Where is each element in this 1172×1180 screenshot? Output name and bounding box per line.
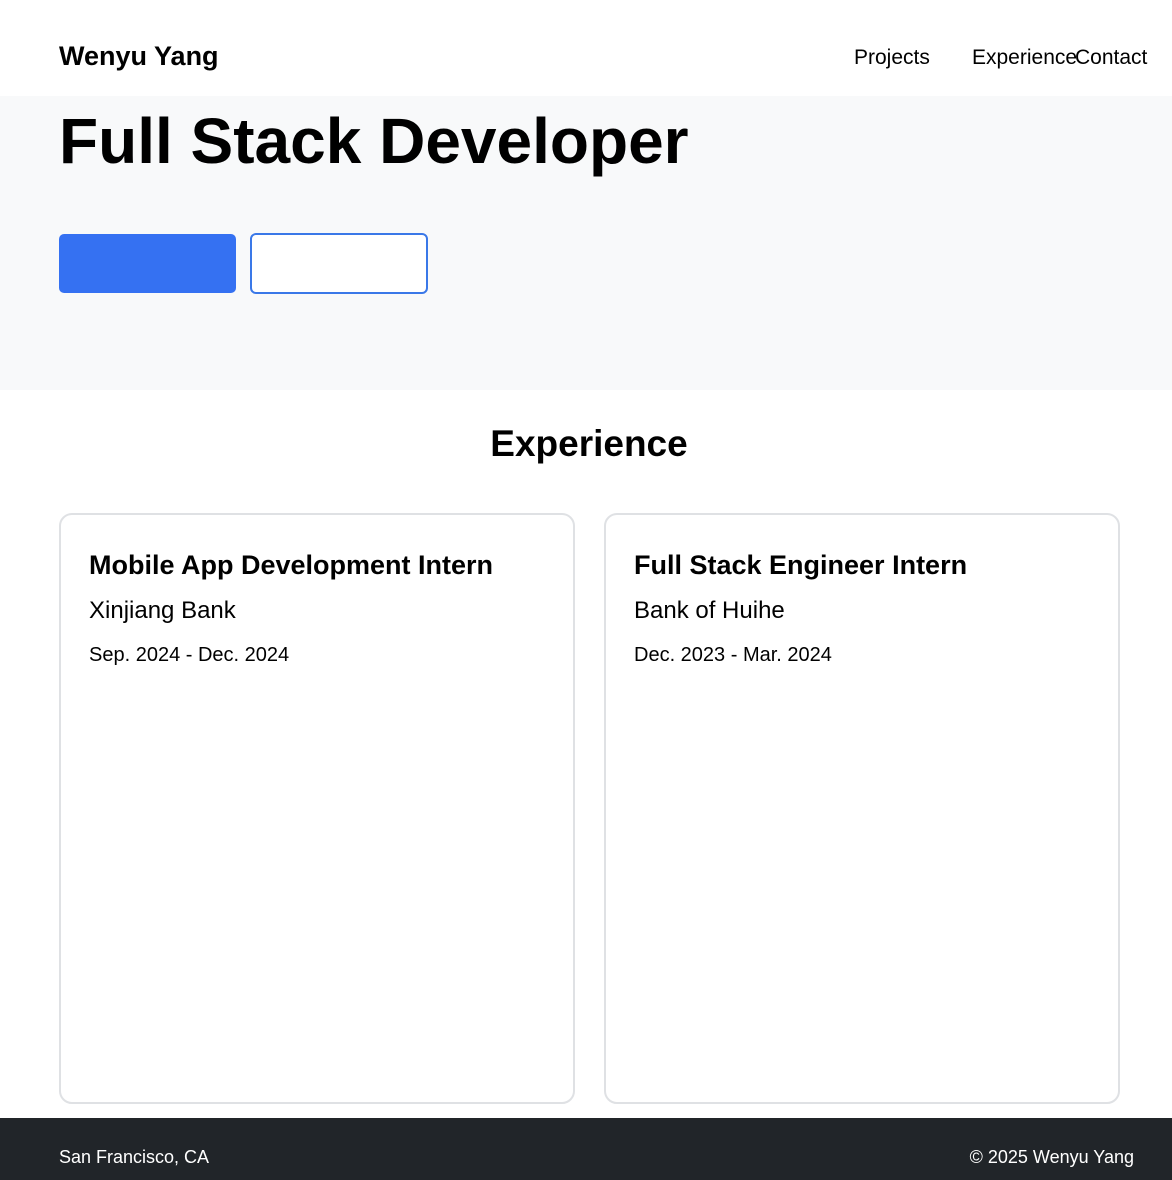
experience-dates: Sep. 2024 - Dec. 2024 bbox=[89, 644, 290, 666]
hero-primary-button[interactable] bbox=[59, 234, 236, 293]
site-footer: San Francisco, CA © 2025 Wenyu Yang bbox=[0, 1118, 1172, 1180]
nav-link-experience[interactable]: Experience bbox=[972, 45, 1077, 71]
site-header: Wenyu Yang Projects Experience Contact bbox=[0, 0, 1172, 96]
hero-secondary-button[interactable] bbox=[250, 233, 428, 294]
experience-company: Bank of Huihe bbox=[634, 597, 785, 624]
experience-card: Full Stack Engineer Intern Bank of Huihe… bbox=[604, 513, 1120, 1104]
experience-role: Full Stack Engineer Intern bbox=[634, 550, 968, 580]
experience-role: Mobile App Development Intern bbox=[89, 550, 494, 580]
experience-dates: Dec. 2023 - Mar. 2024 bbox=[634, 644, 832, 666]
experience-section-title: Experience bbox=[490, 423, 688, 464]
nav-link-contact[interactable]: Contact bbox=[1075, 45, 1147, 71]
hero-title: Full Stack Developer bbox=[59, 105, 689, 177]
brand-name[interactable]: Wenyu Yang bbox=[59, 40, 219, 72]
nav-link-projects[interactable]: Projects bbox=[854, 45, 930, 71]
experience-company: Xinjiang Bank bbox=[89, 597, 236, 624]
footer-location: San Francisco, CA bbox=[59, 1147, 210, 1167]
experience-card: Mobile App Development Intern Xinjiang B… bbox=[59, 513, 575, 1104]
hero-section: Full Stack Developer bbox=[0, 96, 1172, 390]
footer-copyright: © 2025 Wenyu Yang bbox=[969, 1147, 1134, 1167]
